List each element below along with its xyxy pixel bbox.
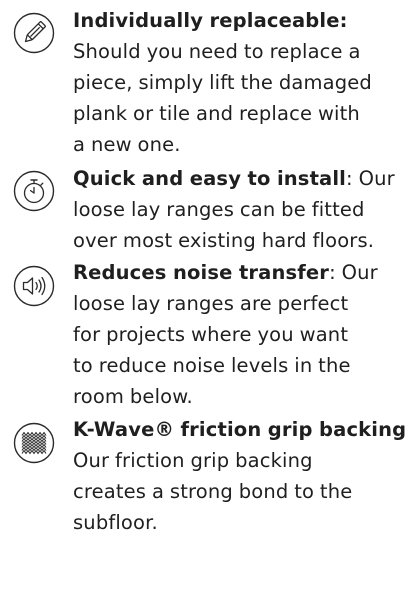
feature-title-suffix: : Our (329, 261, 378, 284)
feature-line: plank or tile and replace with (73, 102, 360, 125)
feature-heading: Reduces noise transfer: Our (73, 257, 403, 288)
feature-text: Individually replaceable: Should you nee… (73, 5, 403, 160)
feature-heading: Quick and easy to install: Our (73, 163, 403, 194)
feature-line: loose lay ranges can be fitted (73, 198, 365, 221)
feature-text: K-Wave® friction grip backing: Our frict… (73, 414, 407, 538)
pencil-icon (13, 12, 55, 54)
feature-title: Quick and easy to install (73, 167, 347, 190)
feature-line: for projects where you want (73, 323, 349, 346)
feature-line: room below. (73, 385, 193, 408)
feature-text: Quick and easy to install: Our loose lay… (73, 163, 403, 256)
feature-title-suffix: : Our (346, 167, 395, 190)
feature-line: Should you need to replace a (73, 40, 361, 63)
feature-line: subfloor. (73, 511, 158, 534)
feature-title: K-Wave® friction grip backing: (73, 418, 407, 441)
feature-title: Reduces noise transfer (73, 261, 330, 284)
feature-title: Individually replaceable: (73, 9, 348, 32)
feature-line: over most existing hard floors. (73, 229, 375, 252)
feature-text: Reduces noise transfer: Our loose lay ra… (73, 257, 403, 412)
wave-grip-icon (13, 422, 55, 464)
feature-line: loose lay ranges are perfect (73, 292, 349, 315)
feature-line: to reduce noise levels in the (73, 354, 351, 377)
stopwatch-icon (13, 170, 55, 212)
feature-line: piece, simply lift the damaged (73, 71, 372, 94)
speaker-icon (13, 265, 55, 307)
feature-line: Our friction grip backing (73, 449, 313, 472)
feature-line: a new one. (73, 133, 181, 156)
feature-line: creates a strong bond to the (73, 480, 353, 503)
